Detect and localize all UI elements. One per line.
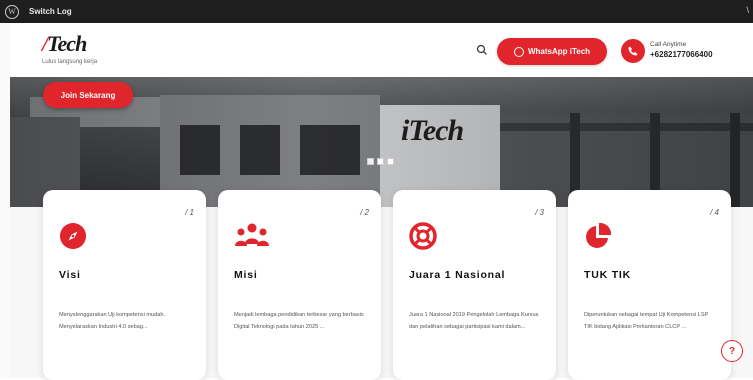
- hero-banner: iTech Join Sekarang: [10, 77, 753, 207]
- slider-dots: [367, 158, 394, 165]
- lifebuoy-icon: [409, 222, 437, 250]
- tagline: Lulus langsung kerja: [42, 59, 98, 65]
- slider-dot[interactable]: [387, 158, 394, 165]
- slider-dot[interactable]: [377, 158, 384, 165]
- admin-bar: W Switch Log \: [0, 0, 753, 23]
- compass-icon: [60, 223, 86, 249]
- whatsapp-button-label: WhatsApp iTech: [527, 47, 591, 56]
- card-title: TUK TIK: [584, 269, 632, 281]
- search-icon[interactable]: [475, 43, 489, 57]
- site-header: /Tech Lulus langsung kerja WhatsApp iTec…: [10, 23, 753, 77]
- slider-dot[interactable]: [367, 158, 374, 165]
- feature-card-misi[interactable]: / 2 Misi Menjadi lembaga pendidikan terb…: [218, 190, 381, 380]
- card-number: / 1: [185, 208, 194, 217]
- call-label: Call Anytime: [650, 41, 687, 48]
- pie-chart-icon: [586, 222, 612, 248]
- card-title: Misi: [234, 269, 258, 281]
- card-title: Juara 1 Nasional: [409, 269, 506, 281]
- join-button[interactable]: Join Sekarang: [43, 82, 133, 108]
- whatsapp-icon: [513, 46, 524, 57]
- card-description: Juara 1 Nasional 2019 Pengelolah Lembaga…: [409, 312, 539, 330]
- card-number: / 3: [535, 208, 544, 217]
- admin-bar-right-mark: \: [746, 5, 749, 15]
- card-description: Diperuntukan sebagai tempat Uji Kompeten…: [584, 312, 709, 330]
- feature-card-juara[interactable]: / 3 Juara 1 Nasional Juara 1 Nasional 20…: [393, 190, 556, 380]
- card-number: / 4: [710, 208, 719, 217]
- card-description: Menyelenggarakan Uji kompetensi mudah. M…: [59, 312, 166, 330]
- admin-bar-label[interactable]: Switch Log: [29, 7, 72, 16]
- feature-card-tuk-tik[interactable]: / 4 TUK TIK Diperuntukan sebagai tempat …: [568, 190, 731, 380]
- card-description: Menjadi lembaga pendidikan terbesar yang…: [234, 312, 364, 330]
- card-title: Visi: [59, 269, 81, 281]
- hero-sign-text: iTech: [401, 114, 464, 147]
- call-number[interactable]: +6282177066400: [650, 50, 713, 59]
- card-number: / 2: [360, 208, 369, 217]
- whatsapp-button[interactable]: WhatsApp iTech: [497, 38, 607, 65]
- feature-card-visi[interactable]: / 1 Visi Menyelenggarakan Uji kompetensi…: [43, 190, 206, 380]
- people-icon: [235, 223, 269, 246]
- wordpress-icon[interactable]: W: [5, 4, 19, 19]
- help-button[interactable]: ?: [721, 340, 743, 362]
- phone-icon[interactable]: [621, 39, 645, 63]
- site-logo[interactable]: /Tech: [42, 31, 87, 57]
- logo-text: Tech: [47, 31, 87, 56]
